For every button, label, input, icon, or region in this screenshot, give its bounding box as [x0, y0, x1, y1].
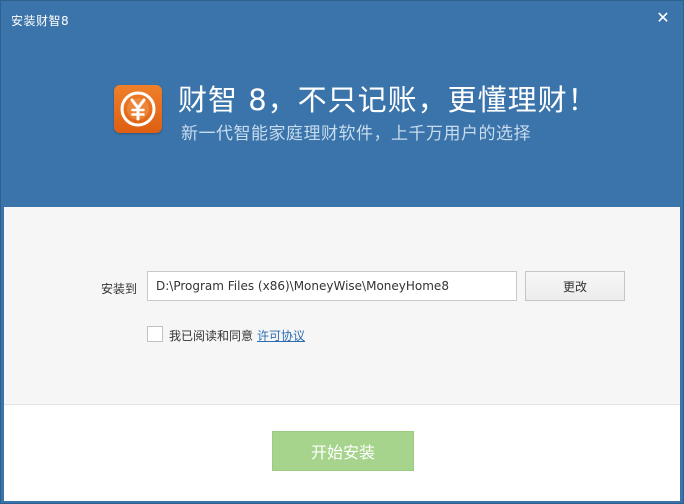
- agree-checkbox[interactable]: [147, 326, 163, 342]
- install-path-input[interactable]: [147, 271, 517, 301]
- install-path-label: 安装到: [101, 282, 138, 296]
- header-banner: 安装财智8 ✕ 财智 8，不只记账，更懂理财！ 新一代智能家庭理财软件，上千万用…: [1, 1, 683, 207]
- yen-coin-icon: [114, 85, 162, 133]
- license-agreement-link[interactable]: 许可协议: [257, 327, 305, 344]
- window-title: 安装财智8: [11, 14, 70, 28]
- agree-label: 我已阅读和同意: [169, 329, 254, 343]
- settings-panel: [4, 207, 680, 404]
- tagline: 新一代智能家庭理财软件，上千万用户的选择: [181, 124, 531, 144]
- installer-window: 安装财智8 ✕ 财智 8，不只记账，更懂理财！ 新一代智能家庭理财软件，上千万用…: [0, 0, 684, 504]
- close-icon[interactable]: ✕: [653, 8, 673, 28]
- change-path-button[interactable]: 更改: [525, 271, 625, 301]
- headline: 财智 8，不只记账，更懂理财！: [178, 83, 598, 117]
- start-install-button[interactable]: 开始安装: [272, 431, 414, 471]
